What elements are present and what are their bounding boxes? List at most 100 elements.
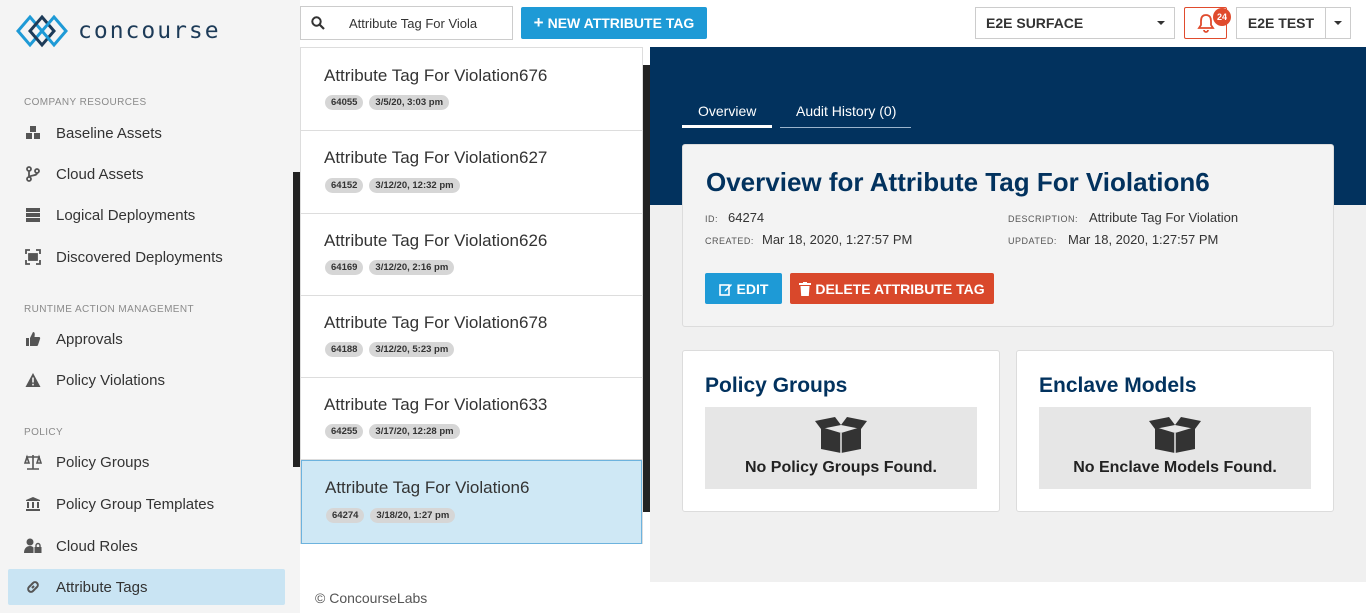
sidebar-item-label: Policy Violations xyxy=(56,371,165,389)
sidebar-item-approvals[interactable]: Approvals xyxy=(8,321,285,357)
server-icon xyxy=(24,206,42,224)
sidebar-item-policy-groups[interactable]: Policy Groups xyxy=(8,444,285,480)
policy-groups-title: Policy Groups xyxy=(705,374,848,397)
list-item[interactable]: Attribute Tag For Violation633 64255 3/1… xyxy=(301,378,642,460)
section-policy: POLICY xyxy=(24,427,64,438)
footer-copyright: © ConcourseLabs xyxy=(315,590,428,606)
sidebar-item-label: Cloud Roles xyxy=(56,537,138,555)
sidebar-item-cloud-assets[interactable]: Cloud Assets xyxy=(8,156,285,192)
tab-overview[interactable]: Overview xyxy=(698,103,756,119)
date-pill: 3/12/20, 12:32 pm xyxy=(369,178,460,193)
sidebar-item-attribute-tags[interactable]: Attribute Tags xyxy=(8,569,285,605)
tab-audit-history[interactable]: Audit History (0) xyxy=(796,103,896,119)
policy-groups-empty-state: No Policy Groups Found. xyxy=(705,407,977,489)
user-lock-icon xyxy=(24,537,42,555)
edit-icon xyxy=(718,283,732,296)
divider-right xyxy=(643,65,650,512)
id-pill: 64169 xyxy=(325,260,364,275)
id-value: 64274 xyxy=(728,210,765,225)
edit-label: EDIT xyxy=(736,280,769,297)
sidebar-item-label: Policy Groups xyxy=(56,453,150,471)
tab-audit-history-underline xyxy=(780,127,911,128)
date-pill: 3/12/20, 2:16 pm xyxy=(369,260,455,275)
policy-groups-empty-text: No Policy Groups Found. xyxy=(745,459,937,476)
id-pill: 64152 xyxy=(325,178,364,193)
updated-label: UPDATED: xyxy=(1008,236,1057,246)
list-item-title: Attribute Tag For Violation6 xyxy=(325,478,530,497)
list-item[interactable]: Attribute Tag For Violation627 64152 3/1… xyxy=(301,131,642,214)
enclave-models-empty-text: No Enclave Models Found. xyxy=(1073,459,1277,476)
section-runtime-action-management: RUNTIME ACTION MANAGEMENT xyxy=(24,304,195,315)
description-label: DESCRIPTION: xyxy=(1008,214,1079,224)
overview-title: Overview for Attribute Tag For Violation… xyxy=(706,167,1210,197)
plus-icon: + xyxy=(533,13,544,32)
search-input[interactable] xyxy=(335,15,500,31)
delete-label: DELETE ATTRIBUTE TAG xyxy=(815,280,985,297)
sidebar-item-discovered-deployments[interactable]: Discovered Deployments xyxy=(8,239,285,275)
list-item[interactable]: Attribute Tag For Violation678 64188 3/1… xyxy=(301,296,642,378)
sidebar-item-label: Policy Group Templates xyxy=(56,495,215,513)
date-pill: 3/17/20, 12:28 pm xyxy=(369,424,460,439)
trash-icon xyxy=(799,281,812,296)
id-pill: 64188 xyxy=(325,342,364,357)
id-label: ID: xyxy=(705,214,719,224)
empty-box-icon xyxy=(1149,417,1201,453)
created-value: Mar 18, 2020, 1:27:57 PM xyxy=(762,232,913,247)
tab-overview-indicator xyxy=(682,125,772,128)
date-pill: 3/18/20, 1:27 pm xyxy=(370,508,456,523)
id-pill: 64055 xyxy=(325,95,364,110)
brand-logo[interactable]: concourse xyxy=(16,12,221,50)
sidebar-item-label: Approvals xyxy=(56,330,123,348)
list-item-title: Attribute Tag For Violation633 xyxy=(324,395,548,414)
caret-down-icon[interactable] xyxy=(1326,19,1350,27)
delete-attribute-tag-button[interactable]: DELETE ATTRIBUTE TAG xyxy=(790,273,994,304)
link-icon xyxy=(24,578,42,596)
updated-value: Mar 18, 2020, 1:27:57 PM xyxy=(1068,232,1219,247)
list-item-title: Attribute Tag For Violation676 xyxy=(324,66,548,85)
search-box[interactable] xyxy=(300,6,513,40)
cubes-icon xyxy=(24,124,42,142)
sidebar-item-label: Baseline Assets xyxy=(56,124,162,142)
list-item-title: Attribute Tag For Violation626 xyxy=(324,231,548,250)
enclave-models-title: Enclave Models xyxy=(1039,374,1197,397)
list-item[interactable]: Attribute Tag For Violation676 64055 3/5… xyxy=(301,48,642,131)
user-menu[interactable]: E2E TEST xyxy=(1236,7,1351,39)
sidebar-item-policy-violations[interactable]: Policy Violations xyxy=(8,362,285,398)
sidebar-item-policy-group-templates[interactable]: Policy Group Templates xyxy=(8,486,285,522)
brand-name: concourse xyxy=(78,18,221,44)
edit-button[interactable]: EDIT xyxy=(705,273,782,304)
section-company-resources: COMPANY RESOURCES xyxy=(24,97,147,108)
scan-icon xyxy=(24,248,42,266)
warning-icon xyxy=(24,371,42,389)
sidebar-item-label: Cloud Assets xyxy=(56,165,144,183)
list-item[interactable]: Attribute Tag For Violation626 64169 3/1… xyxy=(301,214,642,296)
date-pill: 3/12/20, 5:23 pm xyxy=(369,342,455,357)
sidebar-item-baseline-assets[interactable]: Baseline Assets xyxy=(8,115,285,151)
balance-scale-icon xyxy=(24,453,42,471)
institution-icon xyxy=(24,495,42,513)
concourse-logo-icon xyxy=(16,14,68,48)
bell-icon xyxy=(1196,14,1215,33)
user-name: E2E TEST xyxy=(1247,15,1315,31)
branch-icon xyxy=(24,165,42,183)
sidebar-item-label: Discovered Deployments xyxy=(56,248,223,266)
notifications-count-badge: 24 xyxy=(1213,8,1231,26)
thumbs-up-icon xyxy=(24,330,42,348)
sidebar-item-label: Attribute Tags xyxy=(56,578,148,596)
environment-value: E2E SURFACE xyxy=(986,15,1084,31)
environment-select[interactable]: E2E SURFACE xyxy=(975,7,1175,39)
sidebar: concourse COMPANY RESOURCES RUNTIME ACTI… xyxy=(0,0,300,613)
created-label: CREATED: xyxy=(705,236,754,246)
new-attribute-tag-label: NEW ATTRIBUTE TAG xyxy=(547,15,695,31)
sidebar-item-logical-deployments[interactable]: Logical Deployments xyxy=(8,197,285,233)
description-value: Attribute Tag For Violation xyxy=(1089,210,1239,225)
search-icon xyxy=(301,16,335,30)
list-item-selected[interactable]: Attribute Tag For Violation6 64274 3/18/… xyxy=(301,460,642,544)
new-attribute-tag-button[interactable]: + NEW ATTRIBUTE TAG xyxy=(521,7,707,39)
attribute-tag-list: Attribute Tag For Violation676 64055 3/5… xyxy=(300,47,643,544)
date-pill: 3/5/20, 3:03 pm xyxy=(369,95,450,110)
enclave-models-empty-state: No Enclave Models Found. xyxy=(1039,407,1311,489)
sidebar-item-cloud-roles[interactable]: Cloud Roles xyxy=(8,528,285,564)
empty-box-icon xyxy=(815,417,867,453)
id-pill: 64274 xyxy=(326,508,365,523)
